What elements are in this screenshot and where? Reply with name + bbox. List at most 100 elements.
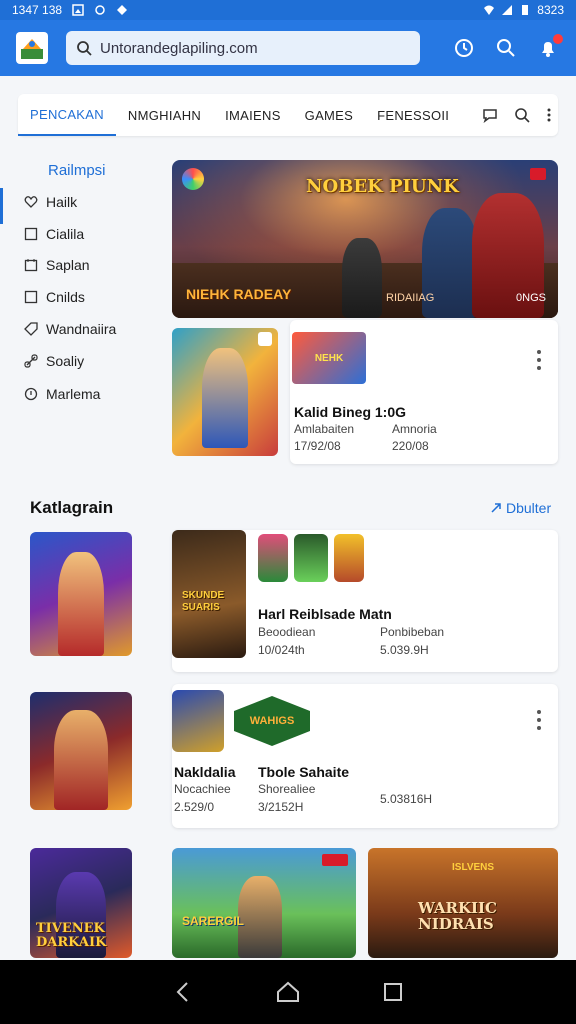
search-icon — [77, 41, 92, 56]
meta-label: Amnoria — [392, 422, 437, 436]
more-options-button[interactable] — [536, 350, 542, 370]
section-title: Katlagrain — [30, 498, 114, 517]
app-logo[interactable] — [16, 32, 48, 64]
meta-label: Beoodiean — [258, 625, 316, 639]
search-button[interactable] — [494, 36, 518, 60]
gallery-icon — [72, 4, 84, 16]
meta-value: 17/92/08 — [294, 439, 341, 453]
game-thumbnail[interactable]: ISLVENS WARKIIC NIDRAIS — [368, 848, 558, 958]
notification-icon — [117, 5, 128, 15]
home-button[interactable] — [274, 978, 302, 1006]
app-store-icon — [258, 332, 272, 346]
system-nav-bar — [0, 960, 576, 1024]
game-title: Kalid Bineg 1:0G — [294, 404, 407, 420]
meta-label: Nocachiee — [174, 782, 231, 796]
meta-label: Shorealiee — [258, 782, 316, 796]
search-input[interactable]: Untorandeglapiling.com — [66, 31, 420, 65]
calendar-icon — [24, 259, 38, 272]
recents-button[interactable] — [379, 978, 407, 1006]
meta-value: 10/024th — [258, 643, 305, 657]
game-thumbnail — [172, 690, 224, 752]
thumbnail-caption: SKUNDE SUARIS — [182, 590, 225, 613]
tab-1[interactable]: NMGHIAHN — [116, 94, 213, 136]
sidebar: Railmpsi Hailk Cialila Saplan Cnilds Wan… — [0, 150, 160, 430]
back-icon — [176, 982, 188, 1002]
sidebar-item-3[interactable]: Cnilds — [24, 289, 85, 305]
wifi-icon — [484, 5, 495, 15]
sidebar-item-label: Wandnaiira — [46, 321, 117, 337]
game-card[interactable]: SKUNDE SUARIS Harl Reiblsade Matn Beoodi… — [172, 530, 558, 672]
meta-value: 220/08 — [392, 439, 429, 453]
app-bar: Untorandeglapiling.com — [0, 20, 576, 76]
back-button[interactable] — [169, 978, 197, 1006]
sidebar-item-5[interactable]: Soaliy — [24, 353, 84, 369]
tab-2[interactable]: IMAIENS — [213, 94, 293, 136]
sidebar-item-label: Saplan — [46, 257, 90, 273]
screenshot-thumb — [334, 534, 364, 582]
sidebar-item-6[interactable]: Marlema — [24, 386, 100, 402]
game-logo: NEHK — [292, 332, 366, 384]
screenshot-thumb — [258, 534, 288, 582]
status-bar: 1347 138 8323 — [0, 0, 576, 20]
game-title: Harl Reiblsade Matn — [258, 606, 392, 622]
tag-icon — [24, 322, 38, 336]
sync-icon — [95, 5, 105, 15]
meta-value: 5.039.9H — [380, 643, 429, 657]
sidebar-item-0[interactable]: Hailk — [24, 194, 77, 210]
meta-label: Amlabaiten — [294, 422, 355, 436]
hero-figure — [54, 710, 108, 810]
featured-banner[interactable]: NOBEK PIUNK NIEHK RADEAY RIDAIIAG 0NGS — [172, 160, 558, 318]
history-button[interactable] — [452, 36, 476, 60]
link-icon — [24, 354, 38, 368]
game-thumbnail[interactable]: TIVENEK DARKAIK — [30, 848, 132, 958]
info-icon — [24, 387, 38, 401]
hero-figure — [58, 552, 104, 656]
sidebar-item-2[interactable]: Saplan — [24, 257, 90, 273]
banner-title: NOBEK PIUNK — [306, 176, 459, 197]
game-thumbnail[interactable]: SARERGIL — [172, 848, 356, 958]
meta-label: Ponbibeban — [380, 625, 445, 639]
tab-3[interactable]: GAMES — [293, 94, 365, 136]
battery-text: 8323 — [537, 3, 564, 17]
app-logo-icon — [21, 39, 43, 59]
chat-icon[interactable] — [482, 107, 498, 123]
more-options-button[interactable] — [536, 710, 542, 730]
checkbox-icon — [24, 290, 38, 304]
see-more-link[interactable]: Dbulter — [490, 500, 551, 516]
arrow-icon — [491, 503, 501, 513]
sidebar-item-label: Cialila — [46, 226, 85, 242]
game-logo: WAHIGS — [234, 696, 310, 746]
sidebar-item-1[interactable]: Cialila — [24, 226, 84, 242]
sidebar-item-label: Hailk — [46, 194, 78, 210]
game-thumbnail[interactable] — [172, 328, 278, 456]
game-thumbnail: SKUNDE SUARIS — [172, 530, 246, 658]
search-icon[interactable] — [514, 107, 530, 123]
sidebar-title: Railmpsi — [48, 162, 106, 179]
game-card[interactable]: NEHK Kalid Bineg 1:0G Amlabaiten 17/92/0… — [290, 320, 558, 464]
see-more-label: Dbulter — [506, 500, 552, 516]
game-title-left: Nakldalia — [174, 764, 236, 780]
sidebar-item-label: Marlema — [46, 386, 101, 402]
meta-value: 3/2152H — [258, 800, 304, 814]
more-vertical-icon[interactable] — [546, 107, 552, 123]
tab-4[interactable]: FENESSOII — [365, 94, 461, 136]
thumbnail-caption: TIVENEK DARKAIK — [36, 921, 107, 950]
game-card[interactable]: WAHIGS Nakldalia Tbole Sahaite Nocachiee… — [172, 684, 558, 828]
heart-icon — [24, 196, 38, 208]
game-thumbnail[interactable] — [30, 532, 132, 656]
search-value: Untorandeglapiling.com — [100, 39, 258, 57]
sidebar-item-4[interactable]: Wandnaiira — [24, 321, 116, 337]
banner-subtitle: NIEHK RADEAY — [186, 286, 292, 302]
tab-0[interactable]: PENCAKAN — [18, 94, 116, 136]
notifications-button[interactable] — [536, 34, 563, 60]
search-icon — [497, 39, 515, 57]
game-thumbnail[interactable] — [30, 692, 132, 810]
thumbnail-caption: SARERGIL — [182, 914, 245, 928]
sidebar-item-label: Soaliy — [46, 353, 85, 369]
hero-figure — [202, 348, 248, 448]
status-time: 1347 138 — [12, 3, 63, 17]
meta-value: 5.03816H — [380, 792, 433, 806]
home-icon — [276, 981, 299, 1002]
game-title-right: Tbole Sahaite — [258, 764, 350, 780]
battery-icon — [522, 5, 529, 15]
